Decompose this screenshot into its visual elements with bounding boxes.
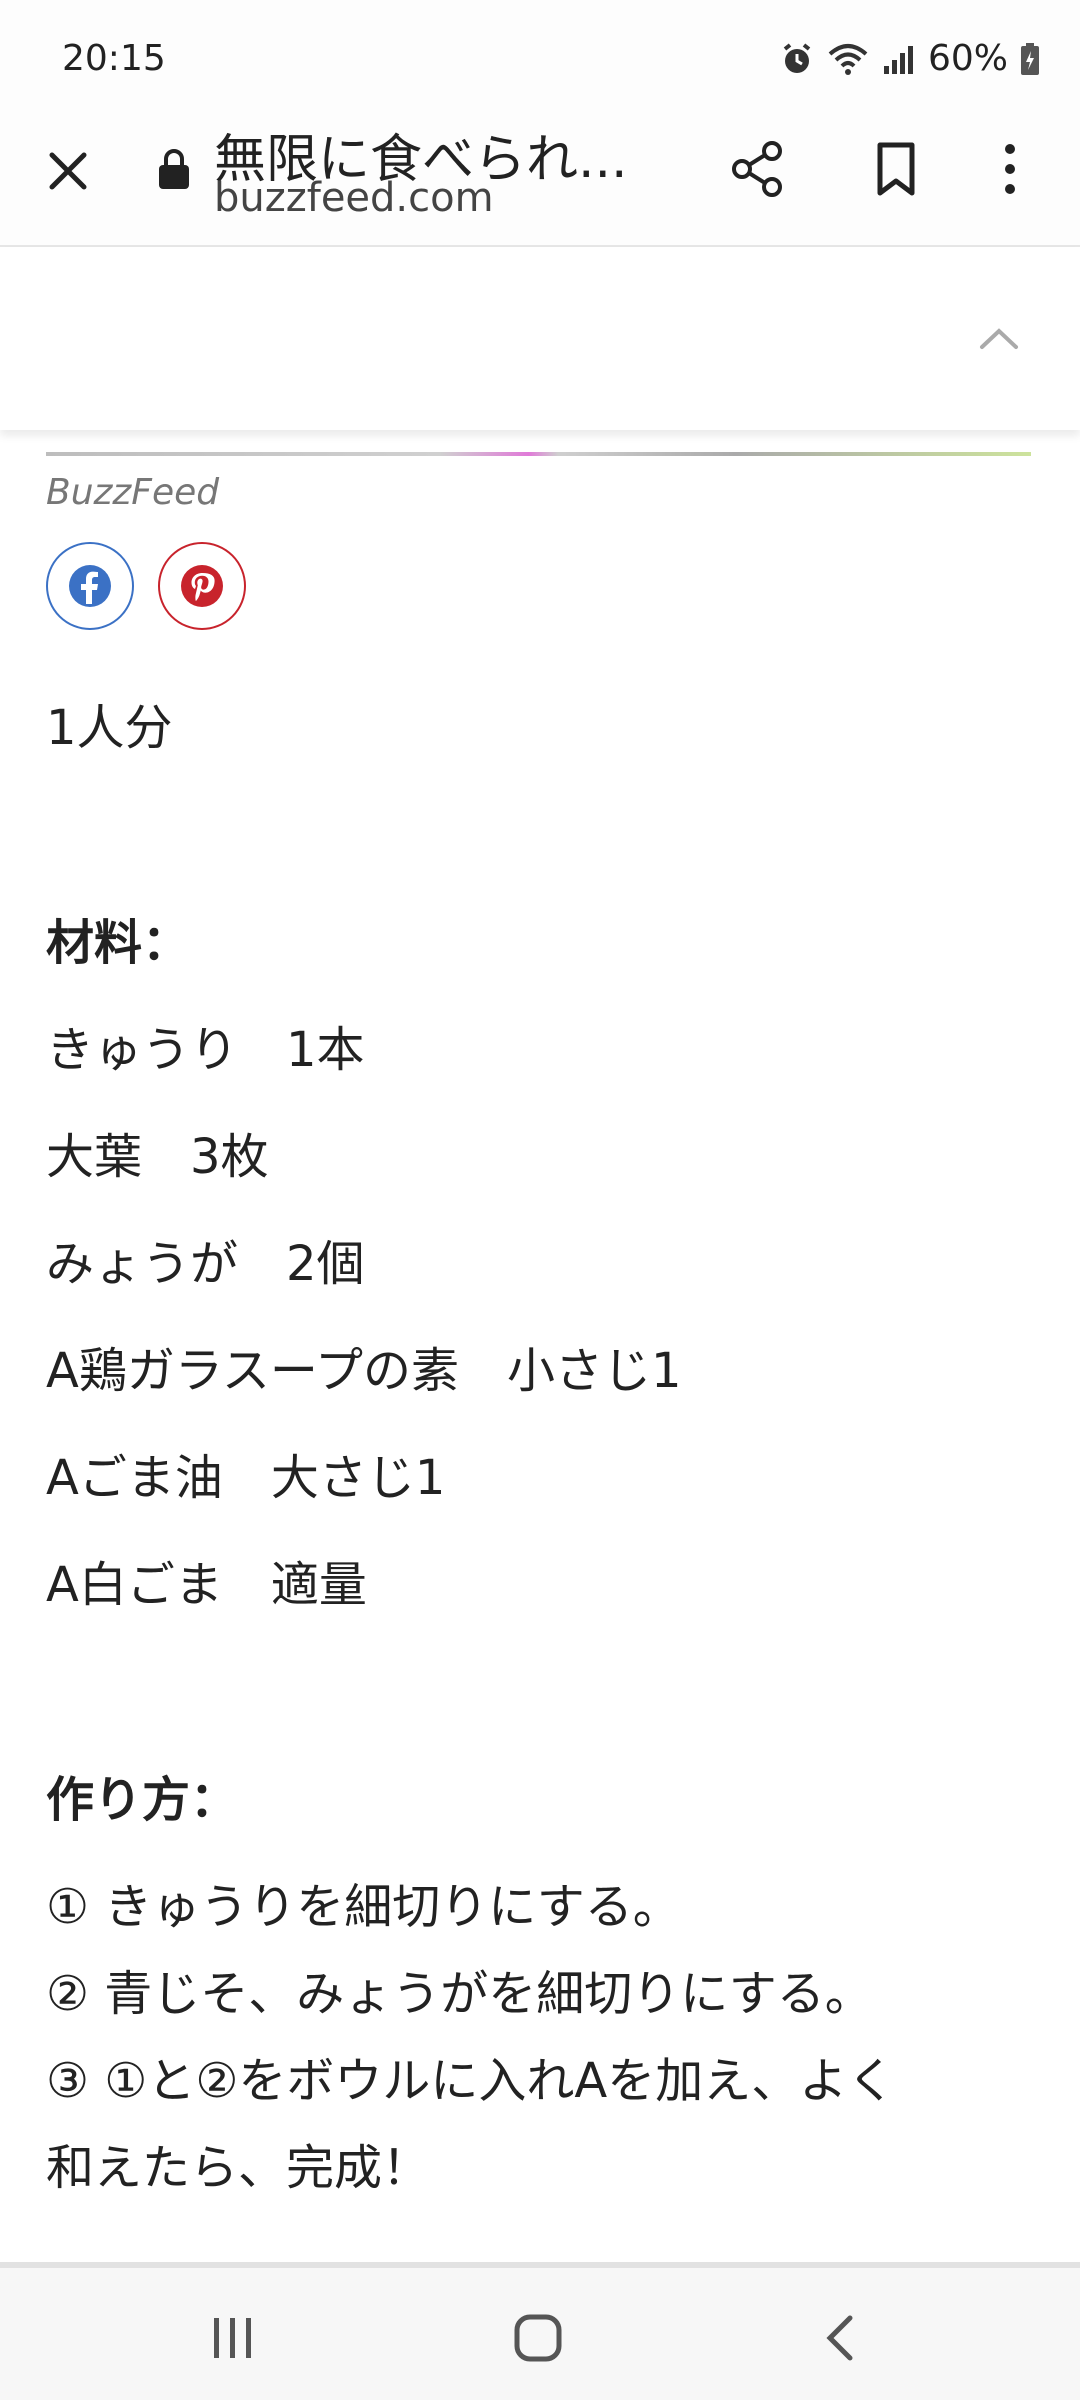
status-icons: 60% — [780, 38, 1040, 79]
step-item: ③ ①と②をボウルに入れAを加え、よく — [46, 2053, 896, 2109]
ingredient-item: A鶏ガラスープの素 小さじ1 — [46, 1343, 682, 1399]
home-icon[interactable] — [513, 2313, 563, 2363]
recent-apps-icon[interactable] — [210, 2316, 256, 2360]
step-item: ① きゅうりを細切りにする。 — [46, 1879, 681, 1935]
system-nav-bar — [0, 2268, 1080, 2400]
battery-percent: 60% — [927, 38, 1008, 79]
pinterest-icon — [181, 565, 223, 607]
share-icon[interactable] — [726, 137, 790, 201]
image-credit: BuzzFeed — [46, 472, 220, 513]
pinterest-share-button[interactable] — [158, 542, 246, 630]
ingredient-item: 大葉 3枚 — [46, 1129, 269, 1185]
servings: 1人分 — [46, 700, 173, 756]
facebook-icon — [69, 565, 111, 607]
alarm-icon — [783, 42, 811, 73]
close-icon[interactable] — [38, 141, 98, 201]
ingredient-item: みょうが 2個 — [46, 1236, 365, 1292]
wifi-icon — [828, 43, 868, 75]
battery-icon — [1021, 42, 1039, 75]
page-domain[interactable]: buzzfeed.com — [214, 175, 494, 221]
steps-heading: 作り方： — [46, 1772, 239, 1828]
ingredients-heading: 材料： — [46, 915, 191, 971]
ingredient-item: A白ごま 適量 — [46, 1557, 367, 1613]
ingredient-item: Aごま油 大さじ1 — [46, 1450, 446, 1506]
collapsed-panel — [0, 247, 1080, 430]
step-item-continued: 和えたら、完成！ — [46, 2140, 431, 2196]
more-vert-icon[interactable] — [985, 137, 1035, 201]
bookmark-icon[interactable] — [864, 137, 928, 201]
ingredient-item: きゅうり 1本 — [46, 1022, 365, 1078]
lock-icon — [159, 149, 189, 189]
back-icon[interactable] — [822, 2314, 858, 2362]
step-item: ② 青じそ、みょうがを細切りにする。 — [46, 1966, 873, 2022]
signal-icon — [883, 45, 913, 74]
article-image-edge — [46, 452, 1031, 456]
status-time: 20:15 — [62, 38, 166, 79]
facebook-share-button[interactable] — [46, 542, 134, 630]
chevron-up-icon[interactable] — [976, 317, 1022, 363]
browser-toolbar: 無限に食べられ... buzzfeed.com — [0, 115, 1080, 247]
status-bar: 20:15 60% — [0, 0, 1080, 115]
